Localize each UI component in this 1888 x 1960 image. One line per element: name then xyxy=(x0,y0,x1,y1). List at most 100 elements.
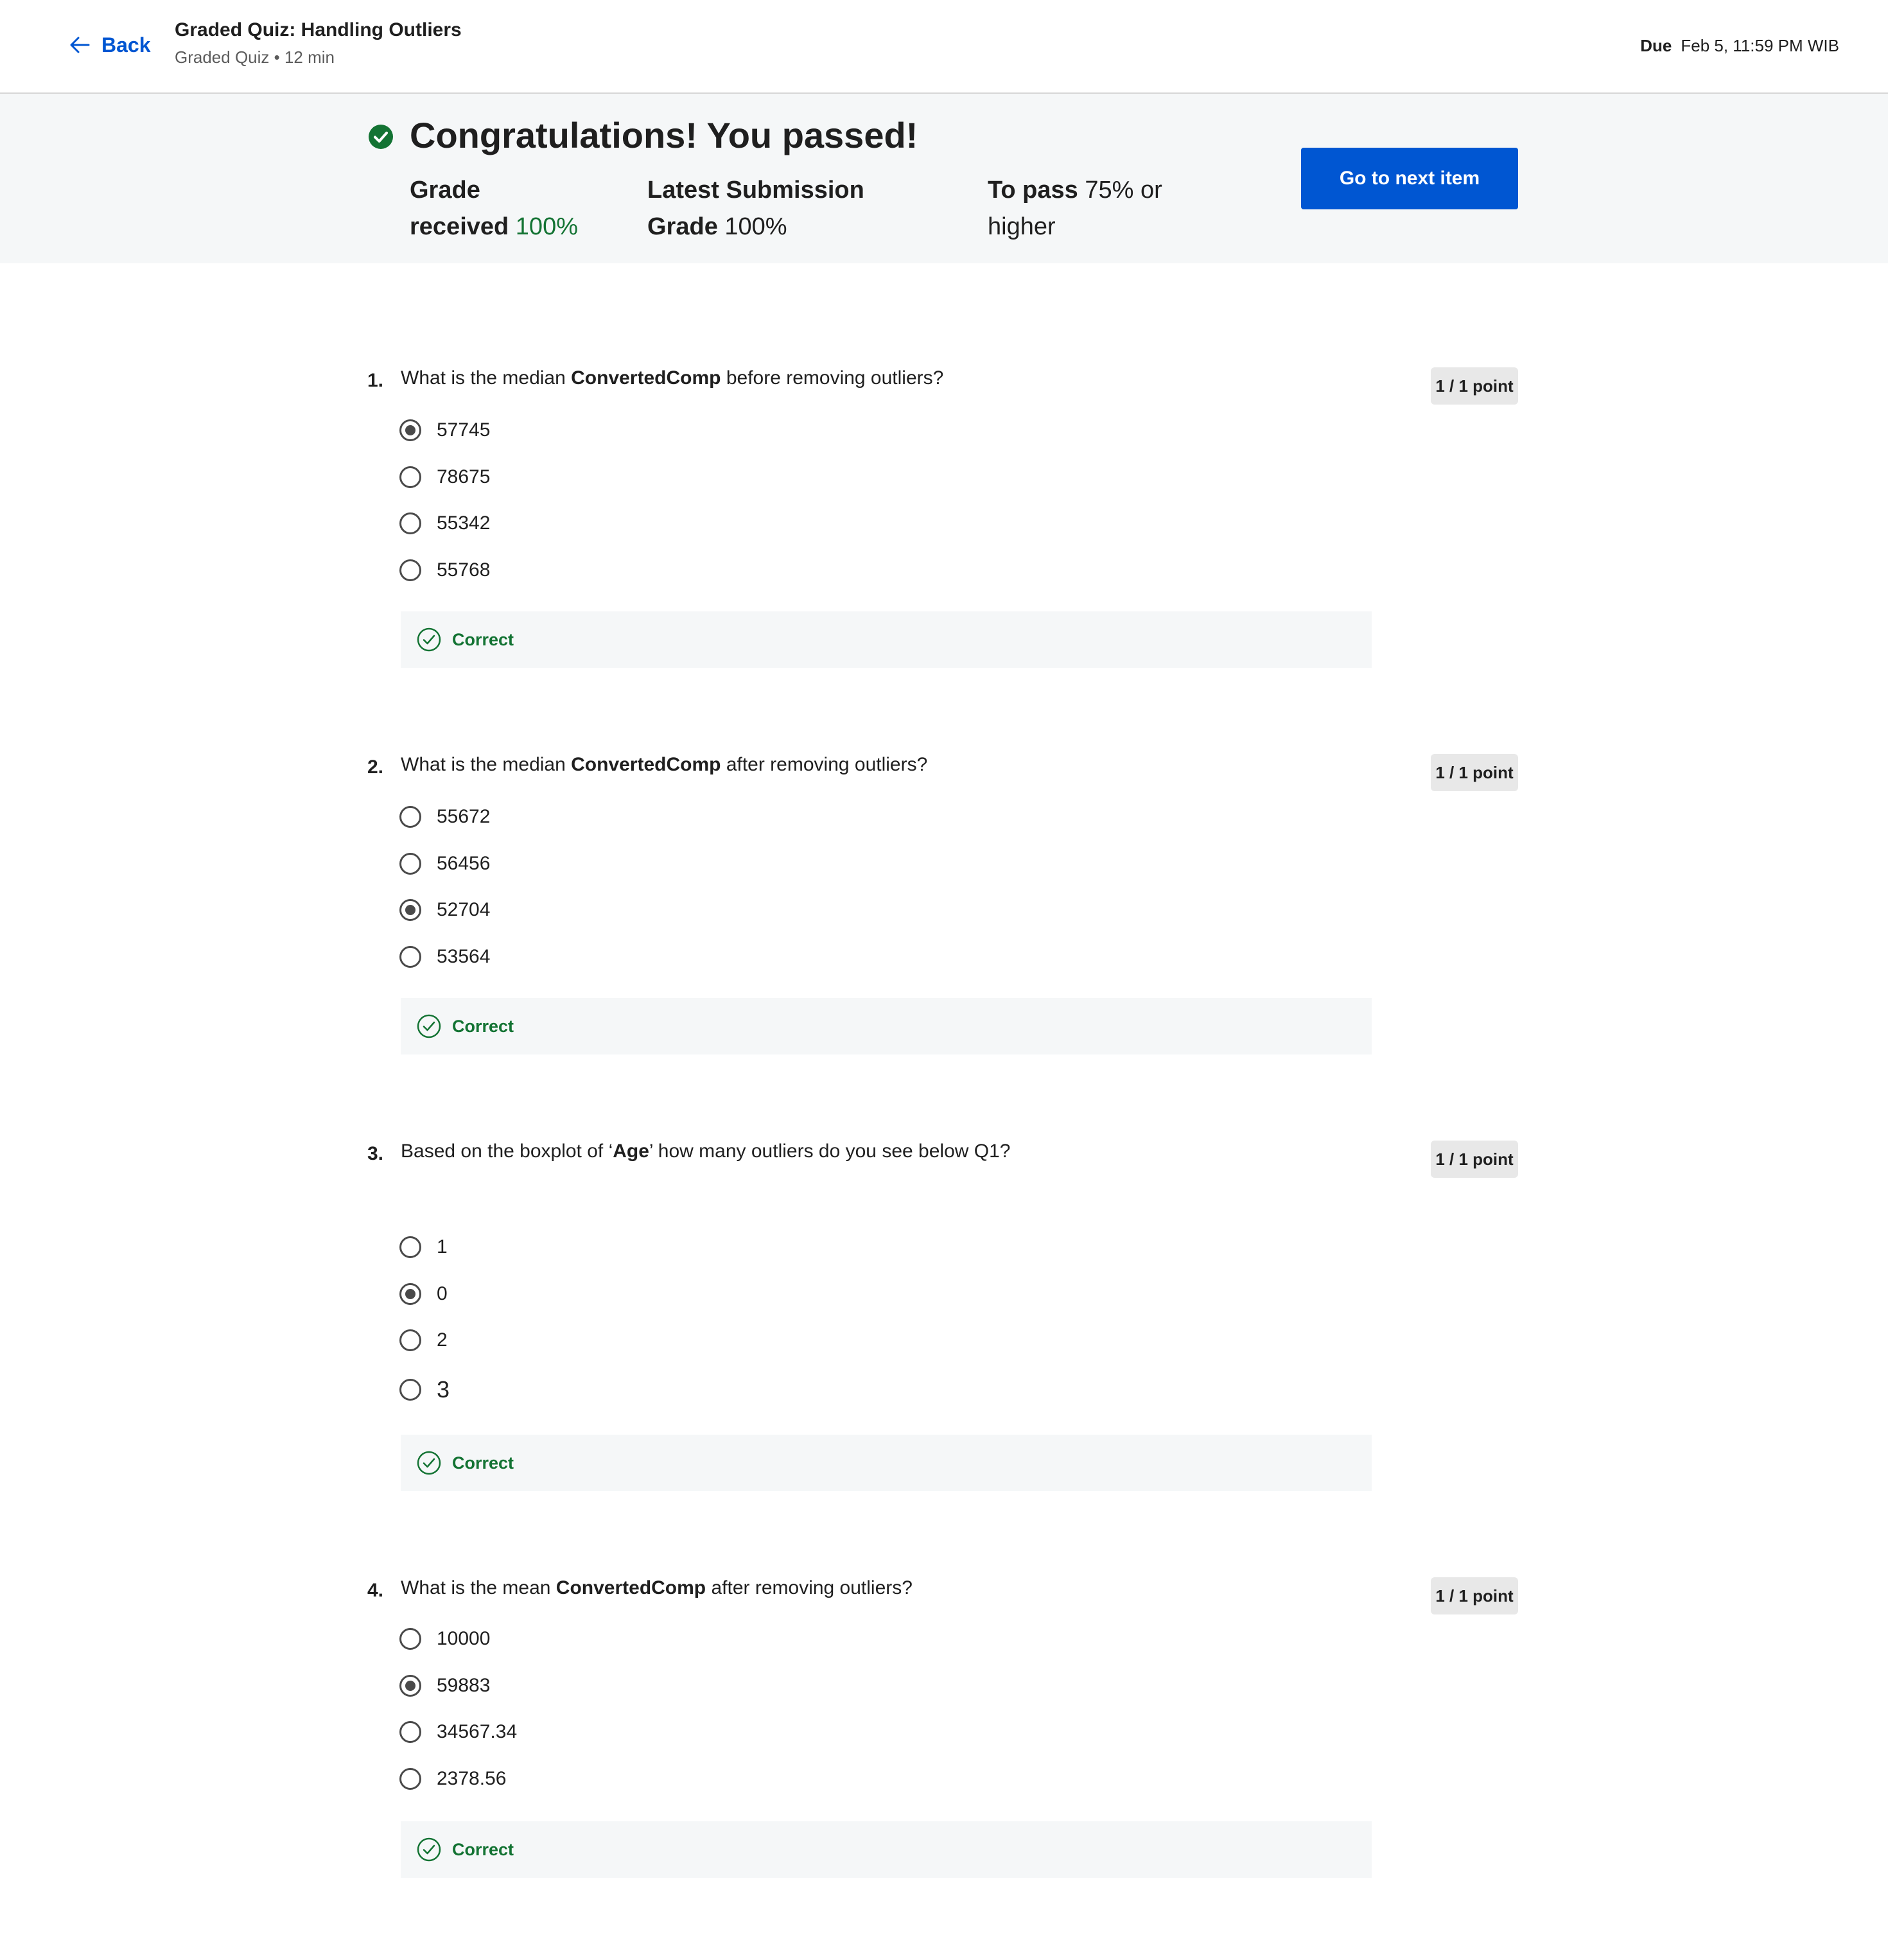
pass-value: 75% or xyxy=(1085,177,1162,204)
feedback-correct: Correct xyxy=(401,1435,1372,1491)
latest-label: Latest Submission xyxy=(647,177,864,204)
answer-option[interactable]: 2378.56 xyxy=(399,1767,507,1790)
radio-button[interactable] xyxy=(399,1329,421,1351)
radio-button[interactable] xyxy=(399,1628,421,1650)
answer-option[interactable]: 57745 xyxy=(399,419,490,441)
answer-option-label: 34567.34 xyxy=(437,1721,518,1742)
points-badge: 1 / 1 point xyxy=(1431,1141,1518,1178)
question-text-keyword: ConvertedComp xyxy=(571,754,721,775)
radio-button[interactable] xyxy=(399,899,421,921)
answer-option-label: 10000 xyxy=(437,1628,491,1649)
check-circle-icon xyxy=(369,125,393,149)
pass-headline: Congratulations! You passed! xyxy=(410,115,918,155)
radio-button[interactable] xyxy=(399,559,421,581)
radio-button[interactable] xyxy=(399,1721,421,1743)
question-text: What is the median ConvertedComp after r… xyxy=(401,754,927,776)
radio-button[interactable] xyxy=(399,419,421,441)
feedback-label: Correct xyxy=(452,629,514,649)
answer-option-label: 55672 xyxy=(437,806,491,827)
check-circle-outline-icon xyxy=(417,627,441,652)
answer-option[interactable]: 56456 xyxy=(399,852,491,875)
answer-option-label: 59883 xyxy=(437,1674,491,1696)
question-text: Based on the boxplot of ‘Age’ how many o… xyxy=(401,1141,1010,1162)
check-circle-outline-icon xyxy=(417,1451,441,1475)
answer-option[interactable]: 55672 xyxy=(399,806,490,828)
answer-option[interactable]: 55342 xyxy=(399,512,490,534)
points-badge: 1 / 1 point xyxy=(1431,754,1518,791)
points-badge: 1 / 1 point xyxy=(1431,1577,1518,1614)
answer-option[interactable]: 0 xyxy=(399,1282,448,1305)
radio-button[interactable] xyxy=(399,1236,421,1258)
answer-option-label: 0 xyxy=(437,1282,448,1304)
radio-button[interactable] xyxy=(399,806,421,828)
grade-label-2: received xyxy=(410,213,509,240)
feedback-label: Correct xyxy=(452,1016,514,1036)
grade-value: 100% xyxy=(515,213,578,240)
grade-label: Grade xyxy=(410,177,480,204)
answer-option[interactable]: 34567.34 xyxy=(399,1721,517,1743)
radio-button[interactable] xyxy=(399,466,421,488)
answer-option-label: 55768 xyxy=(437,559,491,581)
answer-option[interactable]: 78675 xyxy=(399,466,490,488)
question-number: 2. xyxy=(367,757,384,778)
question-text-keyword: ConvertedComp xyxy=(571,367,721,389)
feedback-label: Correct xyxy=(452,1839,514,1859)
answer-option[interactable]: 52704 xyxy=(399,899,490,921)
feedback-correct: Correct xyxy=(401,611,1372,668)
latest-value: 100% xyxy=(724,213,787,240)
question-number: 1. xyxy=(367,370,384,391)
result-banner xyxy=(0,94,1888,263)
answer-option[interactable]: 3 xyxy=(399,1376,450,1403)
question-text-part: What is the median xyxy=(401,367,572,389)
radio-button[interactable] xyxy=(399,512,421,534)
radio-button[interactable] xyxy=(399,1767,421,1790)
answer-option[interactable]: 59883 xyxy=(399,1674,491,1697)
pass-value-2: higher xyxy=(988,213,1056,240)
question-text-part: What is the median xyxy=(401,754,572,775)
radio-button[interactable] xyxy=(399,1378,421,1401)
answer-option-label: 2378.56 xyxy=(437,1767,507,1789)
question-text-part: after removing outliers? xyxy=(721,754,928,775)
answer-option-label: 55342 xyxy=(437,512,491,534)
radio-button[interactable] xyxy=(399,945,421,968)
question-number: 3. xyxy=(367,1143,384,1164)
answer-option-label: 57745 xyxy=(437,419,491,441)
answer-option[interactable]: 10000 xyxy=(399,1628,490,1650)
back-button[interactable]: Back xyxy=(67,32,151,58)
check-circle-outline-icon xyxy=(417,1837,441,1862)
answer-option-label: 56456 xyxy=(437,852,491,874)
latest-label-2: Grade xyxy=(647,213,718,240)
question-text-part: What is the mean xyxy=(401,1577,556,1598)
answer-option[interactable]: 2 xyxy=(399,1329,448,1351)
feedback-correct: Correct xyxy=(401,1821,1372,1878)
answer-option-label: 2 xyxy=(437,1329,448,1351)
back-label: Back xyxy=(101,33,151,57)
radio-button[interactable] xyxy=(399,1674,421,1697)
feedback-correct: Correct xyxy=(401,998,1372,1054)
feedback-label: Correct xyxy=(452,1453,514,1473)
answer-option[interactable]: 1 xyxy=(399,1236,448,1258)
question-text-part: ’ how many outliers do you see below Q1? xyxy=(649,1141,1011,1162)
answer-option-label: 53564 xyxy=(437,945,491,967)
points-badge: 1 / 1 point xyxy=(1431,367,1518,405)
check-circle-outline-icon xyxy=(417,1014,441,1038)
radio-button[interactable] xyxy=(399,1282,421,1305)
question-text-part: before removing outliers? xyxy=(721,367,944,389)
quiz-subtitle: Graded Quiz • 12 min xyxy=(175,48,335,67)
question-text-keyword: Age xyxy=(613,1141,649,1162)
answer-option[interactable]: 55768 xyxy=(399,559,490,581)
due-value: Feb 5, 11:59 PM WIB xyxy=(1681,36,1839,55)
answer-option-label: 52704 xyxy=(437,899,491,920)
question-text: What is the mean ConvertedComp after rem… xyxy=(401,1577,913,1599)
question-text-part: Based on the boxplot of ‘ xyxy=(401,1141,613,1162)
answer-option[interactable]: 53564 xyxy=(399,945,491,968)
top-bar: Back Graded Quiz: Handling Outliers Grad… xyxy=(0,0,1888,94)
due-label: Due xyxy=(1640,36,1672,55)
answer-option-label: 78675 xyxy=(437,466,491,487)
quiz-title-block: Graded Quiz: Handling Outliers Graded Qu… xyxy=(175,19,462,67)
pass-threshold: To pass 75% or higher xyxy=(988,172,1162,245)
arrow-left-icon xyxy=(70,37,90,53)
radio-button[interactable] xyxy=(399,852,421,875)
next-item-button[interactable]: Go to next item xyxy=(1301,148,1518,209)
answer-option-label: 1 xyxy=(437,1236,448,1257)
